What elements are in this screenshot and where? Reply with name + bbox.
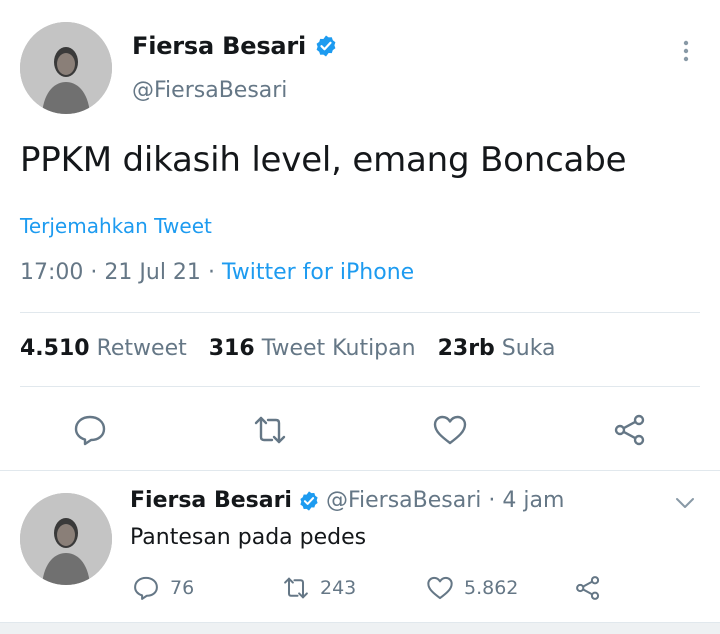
verified-badge-icon xyxy=(316,35,336,57)
retweet-count: 4.510 xyxy=(20,336,90,361)
like-icon xyxy=(427,576,453,600)
tweet-text: PPKM dikasih level, emang Boncabe xyxy=(20,140,627,180)
avatar-photo xyxy=(20,493,112,585)
retweet-count: 243 xyxy=(320,577,357,599)
more-vertical-icon[interactable] xyxy=(676,38,696,64)
like-stat[interactable]: 23rb Suka xyxy=(438,336,556,361)
tweet-stats: 4.510 Retweet 316 Tweet Kutipan 23rb Suk… xyxy=(20,336,556,361)
reply-header: Fiersa Besari @FiersaBesari · 4 jam xyxy=(130,488,564,513)
quote-stat[interactable]: 316 Tweet Kutipan xyxy=(209,336,416,361)
tweet-time: 17:00 xyxy=(20,260,84,285)
retweet-stat[interactable]: 4.510 Retweet xyxy=(20,336,187,361)
avatar-photo xyxy=(20,22,112,114)
bottom-divider xyxy=(0,622,720,634)
author-handle[interactable]: @FiersaBesari xyxy=(132,78,287,103)
retweet-icon[interactable] xyxy=(252,412,288,448)
tweet-source-link[interactable]: Twitter for iPhone xyxy=(222,260,414,285)
reply-reply-button[interactable]: 76 xyxy=(132,574,194,602)
reply-share-button[interactable] xyxy=(574,574,602,602)
quote-label: Tweet Kutipan xyxy=(261,336,416,361)
meta-separator: · xyxy=(207,260,215,285)
retweet-label: Retweet xyxy=(96,336,187,361)
like-count: 5.862 xyxy=(464,577,519,599)
meta-separator: · xyxy=(90,260,98,285)
tweet-date: 21 Jul 21 xyxy=(104,260,201,285)
reply-meta: @FiersaBesari · 4 jam xyxy=(325,488,565,513)
reply-count: 76 xyxy=(170,577,195,599)
like-label: Suka xyxy=(501,336,556,361)
author-row: Fiersa Besari xyxy=(132,32,338,60)
retweet-icon xyxy=(284,577,308,599)
avatar[interactable] xyxy=(20,22,112,114)
divider xyxy=(20,386,700,387)
reply-like-button[interactable]: 5.862 xyxy=(426,574,518,602)
like-icon[interactable] xyxy=(432,412,468,448)
divider xyxy=(0,470,720,471)
reply-icon[interactable] xyxy=(72,412,108,448)
translate-link[interactable]: Terjemahkan Tweet xyxy=(20,214,212,238)
reply-retweet-button[interactable]: 243 xyxy=(282,574,356,602)
verified-badge-icon xyxy=(300,490,318,511)
reply-author-name[interactable]: Fiersa Besari xyxy=(130,488,292,513)
like-count: 23rb xyxy=(437,336,495,361)
reply-avatar[interactable] xyxy=(20,493,112,585)
author-name[interactable]: Fiersa Besari xyxy=(132,32,306,60)
share-icon[interactable] xyxy=(612,412,648,448)
reply-icon xyxy=(134,576,158,600)
chevron-down-icon[interactable] xyxy=(674,494,696,512)
divider xyxy=(20,312,700,313)
reply-text: Pantesan pada pedes xyxy=(130,525,367,550)
tweet-meta: 17:00 · 21 Jul 21 · Twitter for iPhone xyxy=(20,260,414,285)
quote-count: 316 xyxy=(208,336,255,361)
share-icon xyxy=(576,576,600,600)
